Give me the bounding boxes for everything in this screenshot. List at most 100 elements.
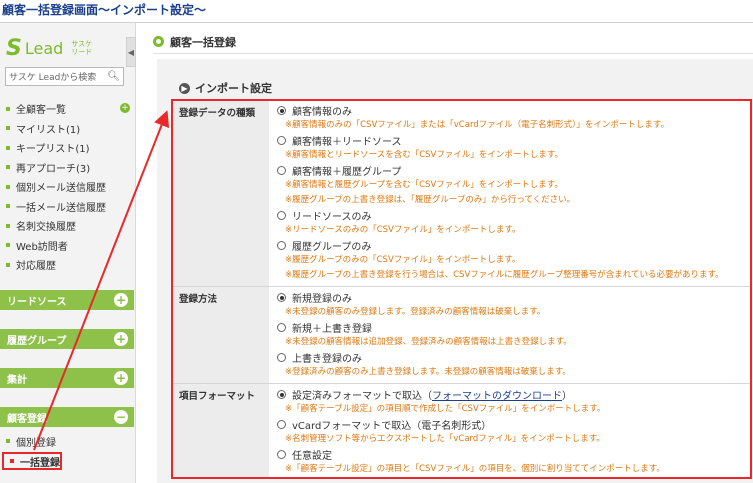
option-label: リードソースのみ: [292, 212, 372, 223]
sidebar-item-reapproach[interactable]: 再アプローチ(3): [0, 158, 134, 178]
bullet-icon: [6, 145, 10, 150]
row-label: 登録方法: [173, 287, 269, 383]
section-title-text: インポート設定: [195, 82, 272, 95]
radio-customer-history-group[interactable]: 顧客情報＋履歴グループ: [277, 163, 750, 178]
search-placeholder: サスケ Leadから検索: [9, 73, 97, 83]
sidebar-item-label: 一括登録: [20, 457, 60, 469]
option-note: ※未登録の顧客のみ登録します。登録済みの顧客情報は破棄します。: [285, 307, 546, 317]
sidebar-nav: 全顧客一覧 + マイリスト(1) キープリスト(1) 再アプローチ(3) 個別メ…: [0, 99, 134, 275]
radio-selected-icon[interactable]: [277, 390, 286, 399]
bullet-icon: [6, 262, 10, 267]
bullet-icon: [10, 459, 14, 463]
section-label: 集計: [7, 374, 27, 386]
radio-overwrite-only[interactable]: 上書き登録のみ: [277, 350, 750, 365]
row-registration-method: 登録方法 新規登録のみ ※未登録の顧客のみ登録します。登録済みの顧客情報は破棄し…: [173, 287, 750, 384]
sidebar-item-label: 一括メール送信履歴: [16, 202, 106, 214]
sidebar-section-customer-registration[interactable]: 顧客登録 −: [0, 407, 134, 427]
sidebar-item-all-customers[interactable]: 全顧客一覧 +: [0, 99, 134, 119]
radio-customer-lead-source[interactable]: 顧客情報＋リードソース: [277, 133, 750, 148]
option-note: ※顧客情報と履歴グループを含む「CSVファイル」をインポートします。: [285, 180, 563, 190]
radio-history-group-only[interactable]: 履歴グループのみ: [277, 238, 750, 253]
arrow-right-icon: ▶: [179, 82, 190, 94]
logo-text: Lead: [24, 38, 64, 58]
bullet-icon: [6, 439, 10, 443]
option-label: 履歴グループのみ: [292, 242, 372, 253]
bullet-icon: [6, 126, 10, 131]
row-label: 登録データの種類: [173, 101, 269, 286]
option-label: 新規登録のみ: [292, 294, 352, 305]
radio-configured-format[interactable]: 設定済みフォーマットで取込（ フォーマットのダウンロード ）: [277, 387, 750, 402]
row-body: 新規登録のみ ※未登録の顧客のみ登録します。登録済みの顧客情報は破棄します。 新…: [269, 287, 750, 380]
radio-new-only[interactable]: 新規登録のみ: [277, 290, 750, 305]
bullet-icon: [6, 204, 10, 209]
radio-selected-icon[interactable]: [277, 293, 286, 302]
radio-new-overwrite[interactable]: 新規＋上書き登録: [277, 320, 750, 335]
radio-icon[interactable]: [277, 211, 286, 220]
radio-icon[interactable]: [277, 166, 286, 175]
option-label-suffix: ）: [562, 391, 572, 402]
radio-icon[interactable]: [277, 450, 286, 459]
radio-icon[interactable]: [277, 241, 286, 250]
radio-icon[interactable]: [277, 420, 286, 429]
option-note: ※顧客情報とリードソースを含む「CSVファイル」をインポートします。: [285, 150, 563, 160]
chevron-left-icon: ◀: [127, 47, 135, 57]
option-label: 上書き登録のみ: [292, 354, 362, 365]
radio-custom-setting[interactable]: 任意設定: [277, 447, 750, 462]
option-note: ※未登録の顧客情報は追加登録、登録済みの顧客情報は上書き登録します。: [285, 337, 572, 347]
row-body: 設定済みフォーマットで取込（ フォーマットのダウンロード ） ※「顧客テーブル設…: [269, 384, 750, 477]
format-download-link[interactable]: フォーマットのダウンロード: [432, 387, 562, 402]
sidebar-item-bulk-registration[interactable]: 一括登録: [2, 452, 62, 470]
radio-icon[interactable]: [277, 323, 286, 332]
sidebar-section-history-group[interactable]: 履歴グループ +: [0, 329, 134, 349]
sidebar-item-card-exchange-history[interactable]: 名刺交換履歴: [0, 216, 134, 236]
expand-icon[interactable]: +: [114, 332, 128, 346]
sidebar-item-individual-mail-history[interactable]: 個別メール送信履歴: [0, 177, 134, 197]
radio-vcard-format[interactable]: vCardフォーマットで取込（電子名刺形式）: [277, 417, 750, 432]
radio-icon[interactable]: [277, 136, 286, 145]
option-note: ※履歴グループの上書き登録を行う場合は、CSVファイルに履歴グループ整理番号が含…: [285, 270, 724, 280]
sidebar-item-keeplist[interactable]: キープリスト(1): [0, 138, 134, 158]
section-label: 顧客登録: [7, 413, 47, 425]
radio-selected-icon[interactable]: [277, 106, 286, 115]
section-title: ▶ インポート設定: [179, 80, 272, 96]
sidebar-item-individual-registration[interactable]: 個別登録: [0, 432, 134, 450]
import-settings-form: 登録データの種類 顧客情報のみ ※顧客情報のみの「CSVファイル」または「vCa…: [171, 99, 752, 479]
option-note: ※履歴グループのみの「CSVファイル」をインポートします。: [285, 255, 521, 265]
screenshot-caption: 顧客一括登録画面〜インポート設定〜: [2, 3, 207, 17]
sidebar-section-summary[interactable]: 集計 +: [0, 368, 134, 388]
collapse-icon[interactable]: −: [114, 410, 128, 424]
content-panel: ▶ インポート設定 登録データの種類 顧客情報のみ ※顧客情報のみの「CSVファ…: [157, 59, 753, 483]
option-label: 顧客情報＋リードソース: [292, 137, 402, 148]
sidebar-section-lead-source[interactable]: リードソース +: [0, 290, 134, 310]
option-note: ※リードソースのみの「CSVファイル」をインポートします。: [285, 225, 521, 235]
option-note: ※履歴グループの上書き登録は、「履歴グループのみ」から行ってください。: [285, 195, 576, 205]
option-label: 任意設定: [292, 451, 332, 462]
app-frame: S Lead サスケ リード ◀ サスケ Leadから検索 🔍︎ 全顧客一覧 +…: [0, 22, 753, 483]
option-label: 顧客情報のみ: [292, 107, 352, 118]
radio-lead-source-only[interactable]: リードソースのみ: [277, 208, 750, 223]
option-label: 設定済みフォーマットで取込（: [292, 391, 432, 402]
search-input[interactable]: サスケ Leadから検索 🔍︎: [5, 67, 124, 86]
add-icon[interactable]: +: [120, 103, 130, 113]
expand-icon[interactable]: +: [114, 371, 128, 385]
sidebar-item-mylist[interactable]: マイリスト(1): [0, 119, 134, 139]
sidebar-item-label: 名刺交換履歴: [16, 222, 76, 234]
logo-mark: S: [6, 35, 22, 61]
sidebar-item-label: 個別メール送信履歴: [16, 183, 106, 195]
sidebar-item-response-history[interactable]: 対応履歴: [0, 255, 134, 275]
row-label: 項目フォーマット: [173, 384, 269, 477]
main-content: 顧客一括登録 ▶ インポート設定 登録データの種類 顧客情報のみ ※顧客情報のみ…: [147, 23, 753, 483]
radio-icon[interactable]: [277, 353, 286, 362]
expand-icon[interactable]: +: [114, 293, 128, 307]
sidebar-item-label: Web訪問者: [16, 241, 68, 253]
row-item-format: 項目フォーマット 設定済みフォーマットで取込（ フォーマットのダウンロード ） …: [173, 384, 750, 477]
sidebar-collapse-button[interactable]: ◀: [126, 37, 136, 67]
page-title-text: 顧客一括登録: [170, 35, 236, 49]
sidebar-item-web-visitors[interactable]: Web訪問者: [0, 236, 134, 256]
search-icon[interactable]: 🔍︎: [107, 71, 120, 82]
sidebar-item-bulk-mail-history[interactable]: 一括メール送信履歴: [0, 197, 134, 217]
logo: S Lead サスケ リード: [6, 35, 93, 61]
bullet-icon: [6, 223, 10, 228]
radio-customer-only[interactable]: 顧客情報のみ: [277, 103, 750, 118]
option-note: ※「顧客テーブル設定」の項目と「CSVファイル」の項目を、個別に割り当ててインポ…: [285, 464, 665, 474]
